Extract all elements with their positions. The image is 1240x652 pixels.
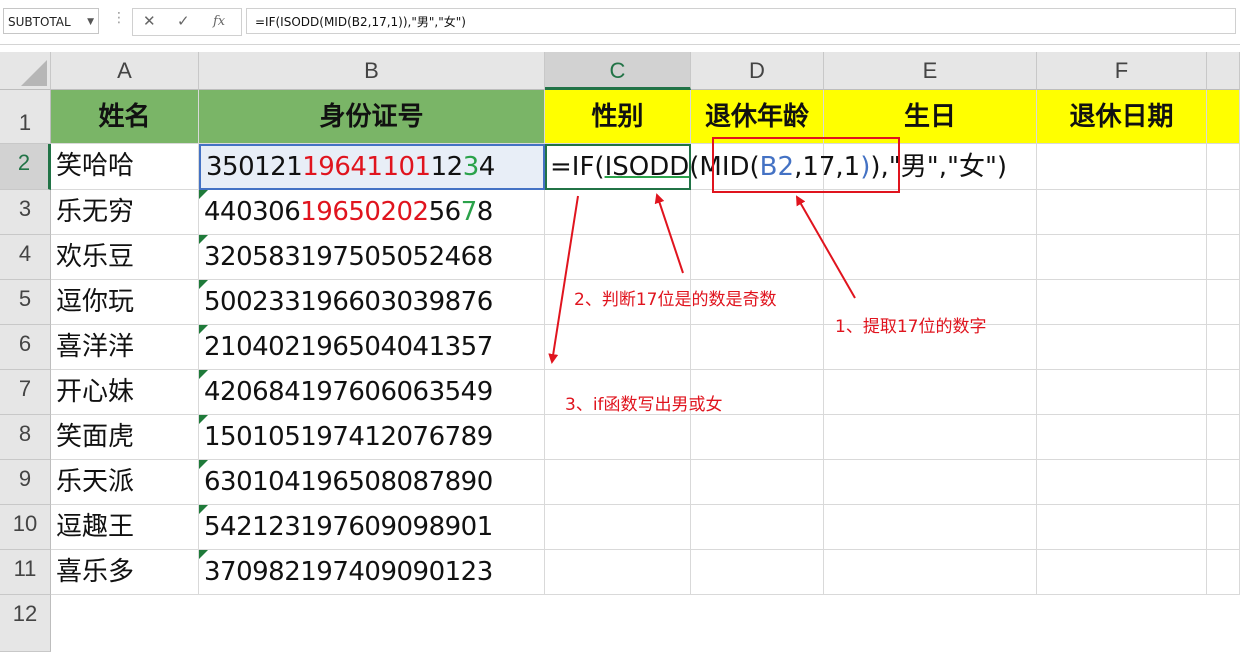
arrow-step3 <box>548 195 579 364</box>
annotation-arrows <box>548 193 856 364</box>
arrow-step2 <box>654 193 684 274</box>
arrow-step1 <box>796 195 856 299</box>
